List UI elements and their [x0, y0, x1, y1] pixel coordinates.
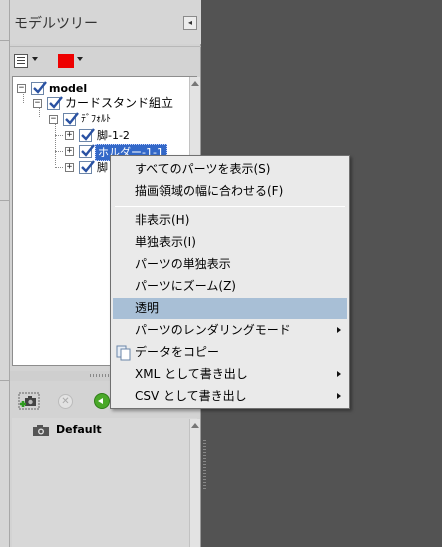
menu-item-label: パーツの単独表示	[135, 257, 231, 271]
menu-item-label: 単独表示(I)	[135, 235, 196, 249]
tree-node-label: model	[49, 82, 88, 95]
menu-item-label: 透明	[135, 301, 160, 315]
expand-node-icon[interactable]: +	[65, 131, 74, 140]
tree-connector	[55, 167, 63, 168]
view-label: Default	[56, 423, 102, 436]
menu-item-label: 非表示(H)	[135, 213, 190, 227]
menu-separator	[115, 206, 345, 207]
chevron-right-icon	[337, 371, 341, 377]
visibility-checkbox[interactable]	[47, 96, 63, 110]
expand-node-icon[interactable]: +	[65, 163, 74, 172]
menu-item-rendering-mode[interactable]: パーツのレンダリングモード	[113, 320, 347, 341]
menu-item-label: パーツのレンダリングモード	[135, 323, 291, 337]
add-view-icon[interactable]	[18, 392, 40, 410]
tree-node-label: ﾃﾞﾌｫﾙﾄ	[81, 114, 111, 125]
menu-item-isolate[interactable]: 単独表示(I)	[113, 232, 347, 253]
tree-connector	[55, 151, 63, 152]
context-menu: すべてのパーツを表示(S) 描画領域の幅に合わせる(F) 非表示(H) 単独表示…	[110, 155, 350, 409]
visibility-checkbox[interactable]	[63, 112, 79, 126]
color-swatch-icon[interactable]	[58, 54, 74, 68]
menu-item-fit-width[interactable]: 描画領域の幅に合わせる(F)	[113, 181, 347, 202]
menu-item-copy-data[interactable]: データをコピー	[113, 342, 347, 363]
left-edge-strip	[0, 0, 10, 547]
panel-header: モデルツリー ◂	[10, 0, 201, 44]
tree-connector	[55, 135, 63, 136]
panel-toolbar	[10, 46, 201, 74]
menu-item-export-xml[interactable]: XML として書き出し	[113, 364, 347, 385]
delete-icon[interactable]: ✕	[58, 394, 73, 409]
scroll-up-icon[interactable]	[191, 423, 199, 428]
visibility-checkbox[interactable]	[31, 81, 47, 95]
menu-item-zoom-to-part[interactable]: パーツにズーム(Z)	[113, 276, 347, 297]
menu-item-transparent[interactable]: 透明	[113, 298, 347, 319]
tree-node-label: カードスタンド組立	[65, 96, 174, 110]
scroll-up-icon[interactable]	[191, 81, 199, 86]
menu-item-label: CSV として書き出し	[135, 389, 247, 403]
panel-resize-grip[interactable]	[203, 440, 206, 490]
strip-divider	[0, 380, 9, 381]
tree-connector	[55, 121, 56, 165]
views-list[interactable]: Default	[12, 418, 197, 547]
go-to-view-icon[interactable]	[94, 393, 110, 409]
collapse-node-icon[interactable]: −	[17, 84, 26, 93]
menu-item-label: XML として書き出し	[135, 367, 248, 381]
copy-icon	[116, 345, 131, 361]
menu-item-hide[interactable]: 非表示(H)	[113, 210, 347, 231]
menu-item-label: 描画領域の幅に合わせる(F)	[135, 184, 284, 198]
collapse-node-icon[interactable]: −	[33, 99, 42, 108]
panel-title: モデルツリー	[14, 16, 98, 32]
chevron-down-icon[interactable]	[77, 57, 83, 61]
strip-divider	[0, 200, 9, 201]
visibility-checkbox[interactable]	[79, 160, 95, 174]
menu-item-isolate-part[interactable]: パーツの単独表示	[113, 254, 347, 275]
tree-node-label: 脚	[97, 161, 108, 174]
menu-item-label: データをコピー	[135, 345, 220, 359]
menu-item-label: パーツにズーム(Z)	[135, 279, 236, 293]
tree-node-label: 脚-1-2	[97, 129, 130, 142]
camera-icon	[33, 425, 49, 436]
menu-item-export-csv[interactable]: CSV として書き出し	[113, 386, 347, 407]
visibility-checkbox[interactable]	[79, 128, 95, 142]
expand-node-icon[interactable]: +	[65, 147, 74, 156]
chevron-right-icon	[337, 393, 341, 399]
views-scrollbar[interactable]	[189, 419, 200, 547]
menu-item-label: すべてのパーツを表示(S)	[135, 162, 271, 176]
chevron-right-icon	[337, 327, 341, 333]
chevron-down-icon[interactable]	[32, 57, 38, 61]
menu-item-show-all-parts[interactable]: すべてのパーツを表示(S)	[113, 159, 347, 180]
collapse-node-icon[interactable]: −	[49, 115, 58, 124]
strip-divider	[0, 40, 9, 41]
list-view-icon[interactable]	[14, 54, 28, 68]
visibility-checkbox[interactable]	[79, 144, 95, 158]
collapse-panel-icon[interactable]: ◂	[183, 16, 197, 30]
